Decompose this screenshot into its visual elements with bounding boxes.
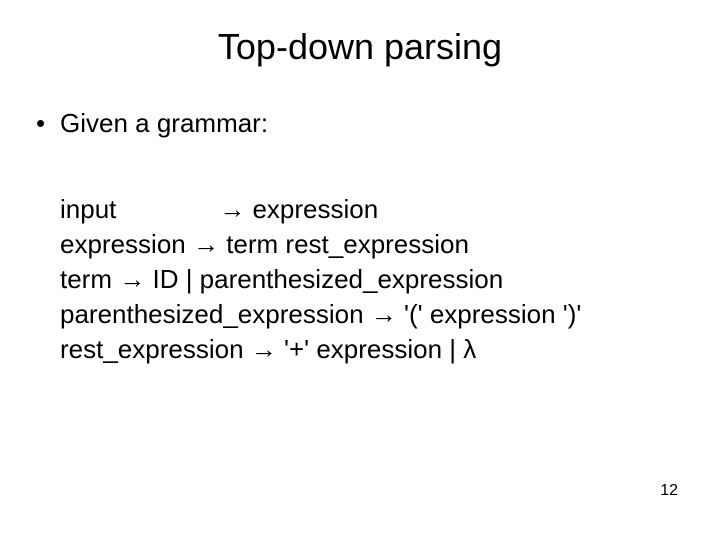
grammar-rule: parenthesized_expression → '(' expressio… bbox=[60, 297, 581, 332]
grammar-lhs: parenthesized_expression bbox=[60, 297, 364, 332]
grammar-rule: term → ID | parenthesized_expression bbox=[60, 262, 581, 297]
grammar-lhs: expression bbox=[60, 227, 186, 262]
grammar-rule: rest_expression → '+' expression | λ bbox=[60, 332, 581, 367]
grammar-rhs: '(' expression ')' bbox=[404, 297, 581, 332]
slide: Top-down parsing • Given a grammar: inpu… bbox=[0, 0, 720, 540]
grammar-rhs: ID | parenthesized_expression bbox=[152, 262, 503, 297]
arrow-icon: → bbox=[219, 192, 245, 227]
grammar-lhs: rest_expression bbox=[60, 332, 244, 367]
grammar-rhs: term rest_expression bbox=[226, 227, 469, 262]
grammar-lhs: term bbox=[60, 262, 112, 297]
arrow-icon: → bbox=[251, 332, 277, 367]
grammar-rhs: expression bbox=[252, 192, 378, 227]
grammar-lhs: input bbox=[60, 192, 212, 227]
grammar-rule: expression → term rest_expression bbox=[60, 227, 581, 262]
grammar-rule: input → expression bbox=[60, 192, 581, 227]
grammar-rhs: '+' expression | λ bbox=[284, 332, 476, 367]
slide-title: Top-down parsing bbox=[0, 26, 720, 68]
bullet-text: Given a grammar: bbox=[60, 108, 268, 139]
arrow-icon: → bbox=[119, 262, 145, 297]
bullet-item: • Given a grammar: bbox=[36, 108, 268, 139]
page-number: 12 bbox=[660, 482, 678, 500]
bullet-marker: • bbox=[36, 108, 60, 139]
grammar-block: input → expression expression → term res… bbox=[60, 192, 581, 367]
arrow-icon: → bbox=[193, 227, 219, 262]
arrow-icon: → bbox=[371, 297, 397, 332]
